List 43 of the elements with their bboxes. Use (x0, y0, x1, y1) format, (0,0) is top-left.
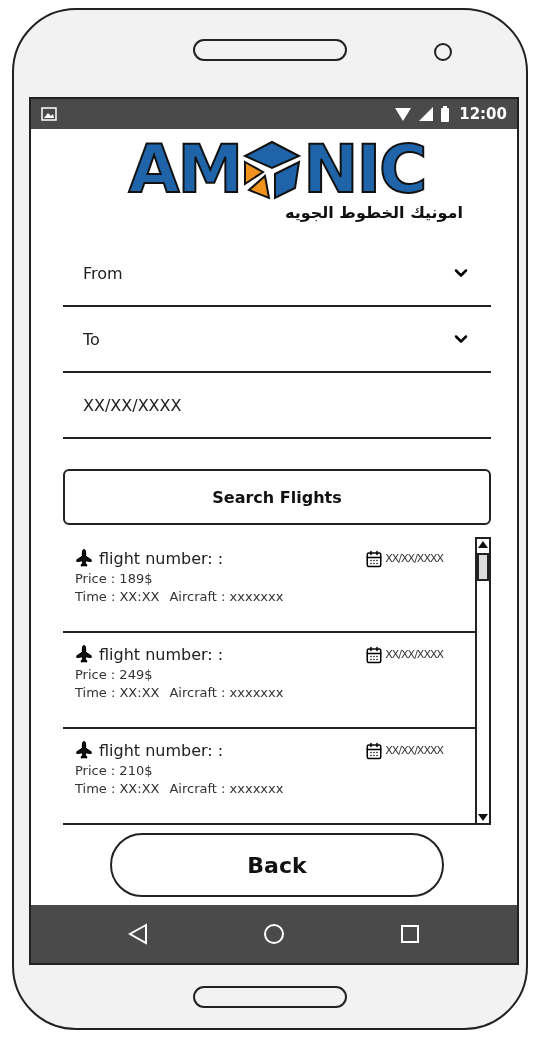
logo-text: AM (128, 137, 242, 203)
camera-lens (434, 43, 452, 61)
home-button[interactable] (193, 985, 347, 1008)
flight-time: Time : XX:XX (75, 781, 160, 796)
dropdown-field[interactable]: From (63, 241, 491, 307)
back-icon[interactable] (128, 923, 149, 945)
logo-text: NIC (303, 137, 426, 203)
recent-apps-icon[interactable] (399, 924, 420, 944)
flight-row[interactable]: flight number: : XX/XX/XXXX Price : 249$ Time : XX:XX Aircraft : xxxxxxx (63, 633, 475, 729)
scroll-up-icon[interactable] (477, 539, 489, 549)
date-field[interactable]: XX/XX/XXXX (63, 373, 491, 439)
flight-aircraft: Aircraft : xxxxxxx (169, 685, 284, 700)
wifi-icon (395, 107, 412, 121)
calendar-icon (365, 549, 384, 568)
flight-price: Price : 210$ (75, 763, 153, 778)
flight-time: Time : XX:XX (75, 685, 160, 700)
flight-aircraft: Aircraft : xxxxxxx (169, 781, 284, 796)
scroll-thumb[interactable] (477, 553, 489, 581)
flight-date: XX/XX/XXXX (385, 552, 443, 565)
flight-number: flight number: : (99, 645, 224, 664)
dropdown-field[interactable]: To (63, 307, 491, 373)
flight-row[interactable]: flight number: : XX/XX/XXXX Price : 189$ Time : XX:XX Aircraft : xxxxxxx (63, 537, 475, 633)
flight-date: XX/XX/XXXX (385, 744, 443, 757)
flight-aircraft: Aircraft : xxxxxxx (169, 589, 284, 604)
scrollbar[interactable] (475, 537, 491, 825)
flight-row[interactable]: flight number: : XX/XX/XXXX Price : 210$ Time : XX:XX Aircraft : xxxxxxx (63, 729, 475, 825)
flight-price: Price : 249$ (75, 667, 153, 682)
signal-icon (419, 107, 434, 121)
calendar-icon (365, 645, 384, 664)
scroll-down-icon[interactable] (477, 813, 489, 823)
status-time: 12:00 (459, 105, 507, 123)
search-flights-button[interactable]: Search Flights (63, 469, 491, 525)
flight-time: Time : XX:XX (75, 589, 160, 604)
flight-number: flight number: : (99, 549, 224, 568)
flight-number: flight number: : (99, 741, 224, 760)
flight-price: Price : 189$ (75, 571, 153, 586)
image-icon (41, 107, 57, 121)
calendar-icon (365, 741, 384, 760)
battery-icon (441, 106, 450, 122)
logo-subtitle: امونيك الخطوط الجويه (284, 203, 463, 222)
back-button[interactable]: Back (110, 833, 444, 897)
home-icon[interactable] (263, 923, 285, 945)
flight-date: XX/XX/XXXX (385, 648, 443, 661)
